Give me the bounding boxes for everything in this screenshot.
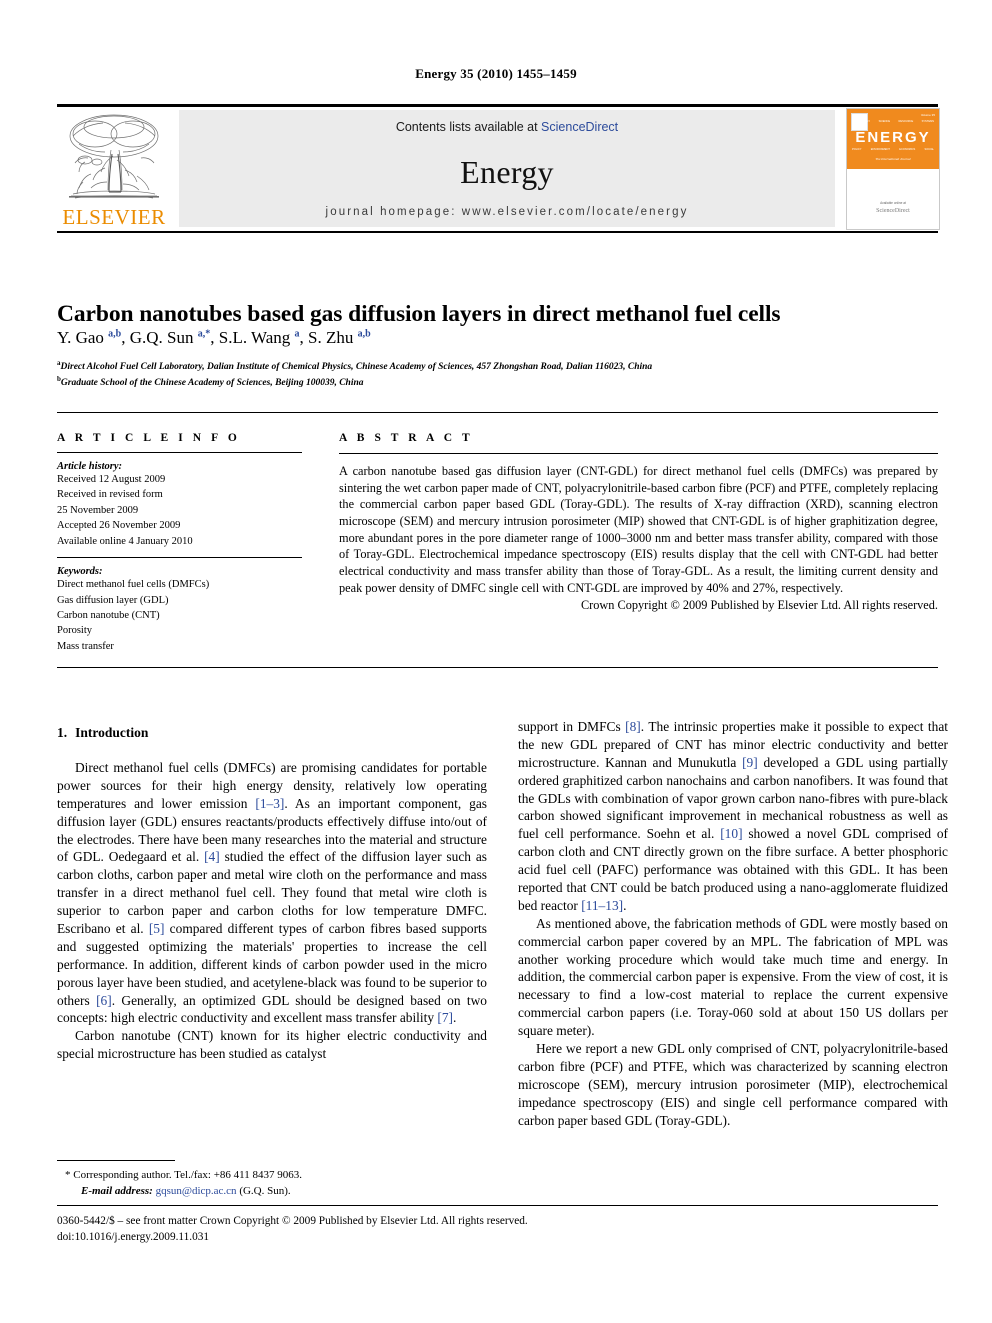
journal-masthead: ELSEVIER Contents lists available at Sci… bbox=[57, 104, 940, 233]
contents-available-line: Contents lists available at ScienceDirec… bbox=[179, 120, 835, 134]
citation-link[interactable]: [10] bbox=[720, 826, 742, 841]
cover-kw: ENVIRONMENT bbox=[870, 148, 890, 151]
citation-link[interactable]: [6] bbox=[96, 993, 112, 1008]
journal-homepage[interactable]: journal homepage: www.elsevier.com/locat… bbox=[179, 206, 835, 218]
paragraph: support in DMFCs [8]. The intrinsic prop… bbox=[518, 719, 948, 913]
cover-kw: RESOURCE bbox=[898, 120, 914, 123]
article-history-line: 25 November 2009 bbox=[57, 504, 139, 516]
footnote-rule bbox=[57, 1160, 175, 1161]
masthead-bottom-rule bbox=[57, 231, 938, 233]
corresponding-author-footnote: * Corresponding author. Tel./fax: +86 41… bbox=[57, 1168, 487, 1200]
affiliation-a-text: Direct Alcohol Fuel Cell Laboratory, Dal… bbox=[60, 362, 653, 373]
email-link[interactable]: gqsun@dicp.ac.cn bbox=[156, 1185, 237, 1197]
affiliation-a: aDirect Alcohol Fuel Cell Laboratory, Da… bbox=[57, 359, 938, 375]
body-right-column: support in DMFCs [8]. The intrinsic prop… bbox=[518, 718, 948, 1129]
section-title: Introduction bbox=[75, 725, 149, 740]
citation-link[interactable]: [7] bbox=[437, 1010, 453, 1025]
email-label: E-mail address: bbox=[81, 1184, 153, 1197]
sciencedirect-link[interactable]: ScienceDirect bbox=[541, 120, 618, 134]
cover-sciencedirect-mark: ScienceDirect bbox=[876, 208, 910, 214]
abstract-divider bbox=[339, 453, 938, 454]
abstract-heading: A B S T R A C T bbox=[339, 432, 474, 444]
section-number: 1. bbox=[57, 725, 68, 740]
elsevier-wordmark: ELSEVIER bbox=[62, 205, 166, 229]
keyword-item: Carbon nanotube (CNT) bbox=[57, 609, 160, 621]
citation-link[interactable]: [11–13] bbox=[581, 898, 623, 913]
info-panel-top-rule bbox=[57, 412, 938, 413]
paragraph: Carbon nanotube (CNT) known for its high… bbox=[57, 1028, 487, 1062]
affiliation-b-text: Graduate School of the Chinese Academy o… bbox=[60, 377, 364, 388]
keywords-label: Keywords: bbox=[57, 566, 103, 578]
article-info-heading: A R T I C L E I N F O bbox=[57, 432, 241, 444]
keyword-item: Mass transfer bbox=[57, 640, 114, 652]
paragraph: Direct methanol fuel cells (DMFCs) are p… bbox=[57, 760, 487, 1026]
cover-bottom-keywords: POLICY ENVIRONMENT ECONOMICS SOCIAL bbox=[852, 148, 934, 151]
email-line: E-mail address: gqsun@dicp.ac.cn (G.Q. S… bbox=[57, 1184, 487, 1200]
elsevier-logo: ELSEVIER bbox=[59, 110, 169, 230]
cover-title: ENERGY bbox=[855, 129, 931, 146]
paragraph: Here we report a new GDL only comprised … bbox=[518, 1041, 948, 1128]
keyword-item: Gas diffusion layer (GDL) bbox=[57, 594, 169, 606]
affiliation-b: bGraduate School of the Chinese Academy … bbox=[57, 375, 938, 391]
article-history-line: Received 12 August 2009 bbox=[57, 474, 166, 485]
elsevier-tree-icon bbox=[61, 110, 167, 204]
running-head: Energy 35 (2010) 1455–1459 bbox=[415, 66, 577, 81]
citation-link[interactable]: [1–3] bbox=[255, 796, 284, 811]
masthead-top-rule bbox=[57, 104, 938, 107]
journal-cover-thumbnail[interactable]: Volume 35 TECHNOLOGY SCIENCE RESOURCE SY… bbox=[846, 108, 940, 230]
keywords-block: Keywords: Direct methanol fuel cells (DM… bbox=[57, 566, 302, 654]
article-history-line: Available online 4 January 2010 bbox=[57, 535, 193, 547]
article-history-line: Accepted 26 November 2009 bbox=[57, 520, 181, 532]
journal-title: Energy bbox=[460, 154, 554, 190]
info-panel-bottom-rule bbox=[57, 667, 938, 668]
citation-link[interactable]: [4] bbox=[204, 849, 220, 864]
imprint-block: 0360-5442/$ – see front matter Crown Cop… bbox=[57, 1213, 938, 1246]
keywords-divider bbox=[57, 557, 302, 559]
cover-kw: SCIENCE bbox=[878, 120, 891, 123]
cover-issue-label: Volume 35 bbox=[920, 113, 935, 117]
article-history-line: Received in revised form bbox=[57, 489, 163, 501]
abstract-column: A B S T R A C T A carbon nanotube based … bbox=[339, 432, 938, 613]
abstract-text: A carbon nanotube based gas diffusion la… bbox=[339, 464, 938, 595]
imprint-rule bbox=[57, 1205, 938, 1206]
citation-link[interactable]: [8] bbox=[625, 719, 641, 734]
cover-subtitle: The International Journal bbox=[875, 157, 911, 161]
cover-kw: ECONOMICS bbox=[899, 148, 916, 151]
issn-copyright-line: 0360-5442/$ – see front matter Crown Cop… bbox=[57, 1215, 528, 1227]
body-left-column: 1. Introduction Direct methanol fuel cell… bbox=[57, 725, 487, 1063]
cover-kw: SYSTEMS bbox=[921, 120, 934, 123]
cover-footer-text: Available online at bbox=[880, 201, 906, 205]
author-list: Y. Gao a,b, G.Q. Sun a,*, S.L. Wang a, S… bbox=[57, 328, 371, 347]
section-heading-introduction: 1. Introduction bbox=[57, 725, 487, 741]
keyword-item: Porosity bbox=[57, 625, 93, 637]
affiliations: aDirect Alcohol Fuel Cell Laboratory, Da… bbox=[57, 359, 938, 390]
article-info-divider bbox=[57, 452, 302, 453]
cover-kw: POLICY bbox=[852, 148, 862, 151]
contents-prefix: Contents lists available at bbox=[395, 120, 542, 134]
doi-line[interactable]: doi:10.1016/j.energy.2009.11.031 bbox=[57, 1229, 938, 1245]
citation-link[interactable]: [9] bbox=[742, 755, 758, 770]
paragraph: As mentioned above, the fabrication meth… bbox=[518, 915, 948, 1039]
email-owner: (G.Q. Sun). bbox=[239, 1184, 291, 1197]
corresponding-author-line: * Corresponding author. Tel./fax: +86 41… bbox=[65, 1169, 303, 1181]
cover-kw: TECHNOLOGY bbox=[852, 120, 871, 123]
article-history-label: Article history: bbox=[57, 461, 123, 472]
article-info-column: A R T I C L E I N F O Article history: R… bbox=[57, 432, 302, 654]
keyword-item: Direct methanol fuel cells (DMFCs) bbox=[57, 579, 210, 591]
abstract-copyright: Crown Copyright © 2009 Published by Else… bbox=[580, 598, 938, 613]
cover-top-keywords: TECHNOLOGY SCIENCE RESOURCE SYSTEMS bbox=[852, 120, 934, 123]
sciencedirect-banner: Contents lists available at ScienceDirec… bbox=[179, 110, 835, 227]
page-title: Carbon nanotubes based gas diffusion lay… bbox=[57, 300, 781, 327]
paper-page: Energy 35 (2010) 1455–1459 ELSEVIER Cont… bbox=[0, 0, 992, 1323]
cover-kw: SOCIAL bbox=[924, 148, 934, 151]
citation-link[interactable]: [5] bbox=[149, 921, 165, 936]
